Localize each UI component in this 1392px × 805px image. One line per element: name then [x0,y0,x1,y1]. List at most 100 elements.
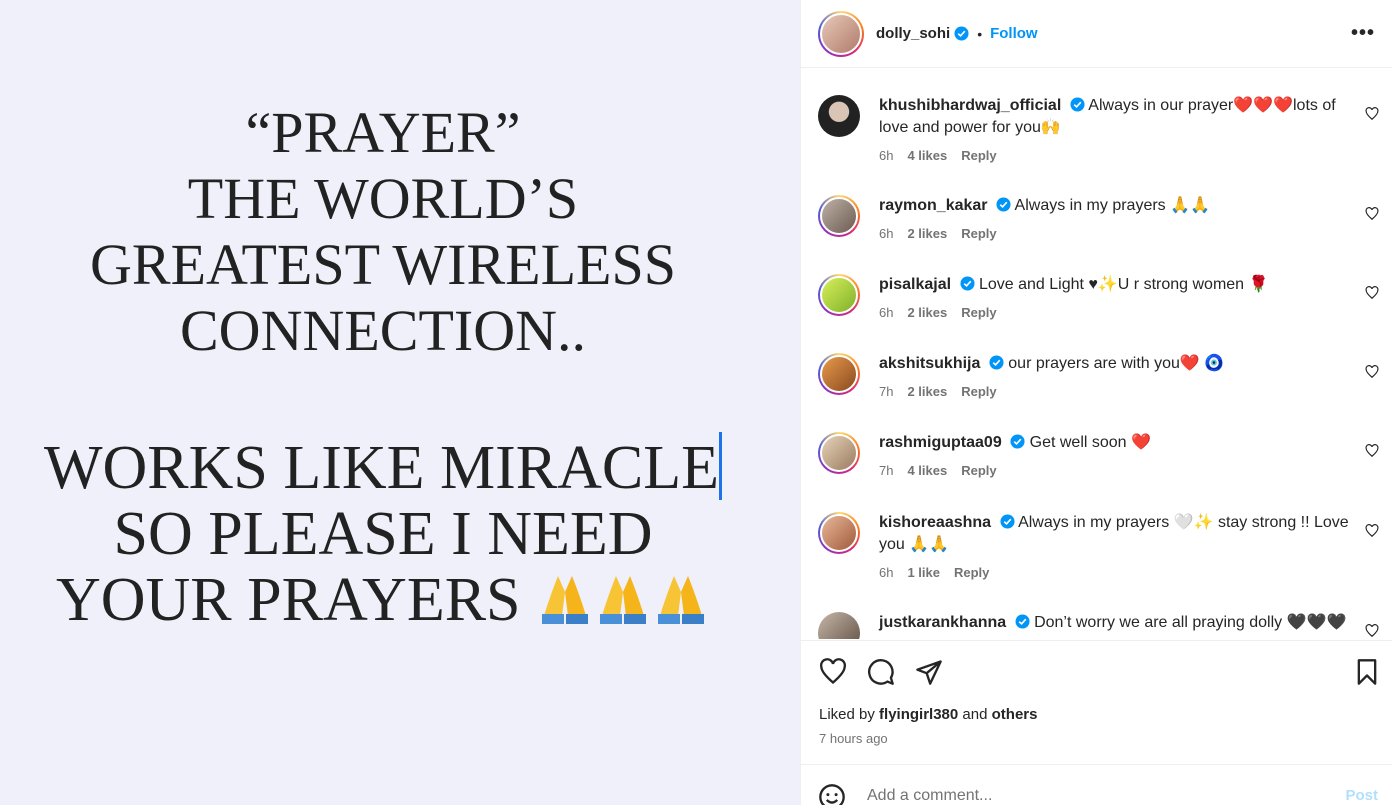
image-text-block-2: WORKS LIKE MIRACLE SO PLEASE I NEED YOUR… [0,432,766,633]
comment-time[interactable]: 6h [879,148,893,163]
comment-meta: 7h 2 likes Reply [879,384,1382,399]
comment-username[interactable]: justkarankhanna [879,614,1006,631]
text-caret [719,432,723,500]
comment-item: justkarankhanna Don’t worry we are all p… [818,612,1382,639]
avatar[interactable] [820,514,858,552]
comment-item: rashmiguptaa09 Get well soon ❤️ 7h 4 like… [818,432,1382,478]
comment-text: Don’t worry we are all praying dolly 🖤🖤🖤 [1034,614,1347,631]
follow-button[interactable]: Follow [990,25,1038,42]
post-image[interactable]: “PRAYER” THE WORLD’S GREATEST WIRELESS C… [0,0,800,805]
reply-button[interactable]: Reply [961,384,996,399]
comment-icon[interactable] [867,658,895,686]
reply-button[interactable]: Reply [961,148,996,163]
liked-others[interactable]: others [992,706,1038,723]
image-line: WORKS LIKE MIRACLE [43,434,720,502]
header-username[interactable]: dolly_sohi [876,25,950,42]
like-comment-heart-icon[interactable] [1365,524,1379,538]
add-comment-input[interactable] [867,787,1287,805]
comment-item: khushibhardwaj_official Always in our pr… [818,95,1382,163]
pray-emoji-icon [542,576,589,624]
like-comment-heart-icon[interactable] [1365,207,1379,221]
image-line: THE WORLD’S [187,166,579,231]
comment-body: akshitsukhija our prayers are with you❤️… [879,353,1357,375]
avatar[interactable] [820,434,858,472]
share-icon[interactable] [915,658,943,686]
post-side-panel: dolly_sohi • Follow ••• khushibhardwaj_o… [800,0,1392,805]
comment-username[interactable]: pisalkajal [879,276,951,293]
comments-list[interactable]: khushibhardwaj_official Always in our pr… [801,69,1392,639]
comment-item: raymon_kakar Always in my prayers 🙏🙏 6h 2… [818,195,1382,241]
story-ring[interactable] [818,195,860,237]
reply-button[interactable]: Reply [954,565,989,580]
comment-text: our prayers are with you❤️ 🧿 [1008,355,1225,372]
comment-username[interactable]: rashmiguptaa09 [879,434,1002,451]
avatar[interactable] [818,612,860,639]
verified-icon [1015,614,1030,629]
story-ring[interactable] [818,10,864,57]
comment-time[interactable]: 7h [879,463,893,478]
post-time[interactable]: 7 hours ago [819,731,888,746]
comment-time[interactable]: 6h [879,226,893,241]
reply-button[interactable]: Reply [961,305,996,320]
image-text-block-1: “PRAYER” THE WORLD’S GREATEST WIRELESS C… [0,100,766,364]
image-line-with-emoji: YOUR PRAYERS [0,567,766,633]
post-header: dolly_sohi • Follow ••• [801,0,1392,68]
avatar[interactable] [820,12,862,55]
comment-likes[interactable]: 2 likes [907,384,947,399]
comment-username[interactable]: raymon_kakar [879,197,988,214]
verified-icon [1070,97,1085,112]
comment-time[interactable]: 7h [879,384,893,399]
like-comment-heart-icon[interactable] [1365,444,1379,458]
more-icon[interactable]: ••• [1351,22,1375,45]
verified-icon [954,26,969,41]
avatar[interactable] [820,276,858,314]
add-comment-bar: Post [801,764,1392,805]
comment-item: pisalkajal Love and Light ♥✨U r strong w… [818,274,1382,320]
comment-meta: 6h 2 likes Reply [879,305,1382,320]
comment-body: raymon_kakar Always in my prayers 🙏🙏 [879,195,1357,217]
image-line: YOUR PRAYERS [55,566,521,634]
comment-username[interactable]: kishoreaashna [879,514,991,531]
story-ring[interactable] [818,432,860,474]
comment-likes[interactable]: 4 likes [907,463,947,478]
comment-meta: 6h 1 like Reply [879,565,1382,580]
verified-icon [989,355,1004,370]
like-comment-heart-icon[interactable] [1365,624,1379,638]
comment-meta: 7h 4 likes Reply [879,463,1382,478]
story-ring[interactable] [818,353,860,395]
comment-time[interactable]: 6h [879,565,893,580]
like-comment-heart-icon[interactable] [1365,107,1379,121]
smiley-icon[interactable] [818,783,846,805]
image-line: GREATEST WIRELESS [90,232,676,297]
like-comment-heart-icon[interactable] [1365,286,1379,300]
liked-user[interactable]: flyingirl380 [879,706,958,723]
comment-likes[interactable]: 4 likes [907,148,947,163]
bookmark-icon[interactable] [1353,658,1381,686]
avatar[interactable] [818,95,860,137]
image-line: CONNECTION.. [180,298,586,363]
pray-emoji-icon [600,576,647,624]
story-ring[interactable] [818,274,860,316]
avatar[interactable] [820,197,858,235]
like-heart-icon[interactable] [819,658,847,686]
comment-body: kishoreaashna Always in my prayers 🤍✨ st… [879,512,1357,556]
reply-button[interactable]: Reply [961,226,996,241]
avatar[interactable] [820,355,858,393]
comment-username[interactable]: akshitsukhija [879,355,980,372]
liked-and: and [962,706,988,723]
reply-button[interactable]: Reply [961,463,996,478]
comment-body: pisalkajal Love and Light ♥✨U r strong w… [879,274,1357,296]
image-line: “PRAYER” [245,100,521,165]
image-line-with-caret: WORKS LIKE MIRACLE [0,432,766,501]
like-comment-heart-icon[interactable] [1365,365,1379,379]
story-ring[interactable] [818,512,860,554]
comment-likes[interactable]: 2 likes [907,226,947,241]
comment-username[interactable]: khushibhardwaj_official [879,97,1061,114]
post-button[interactable]: Post [1345,787,1378,804]
comment-likes[interactable]: 2 likes [907,305,947,320]
comment-likes[interactable]: 1 like [907,565,940,580]
comment-text: Always in my prayers 🙏🙏 [1014,197,1210,214]
comment-text: Get well soon ❤️ [1029,434,1151,451]
comment-meta: 6h 2 likes Reply [879,226,1382,241]
comment-time[interactable]: 6h [879,305,893,320]
